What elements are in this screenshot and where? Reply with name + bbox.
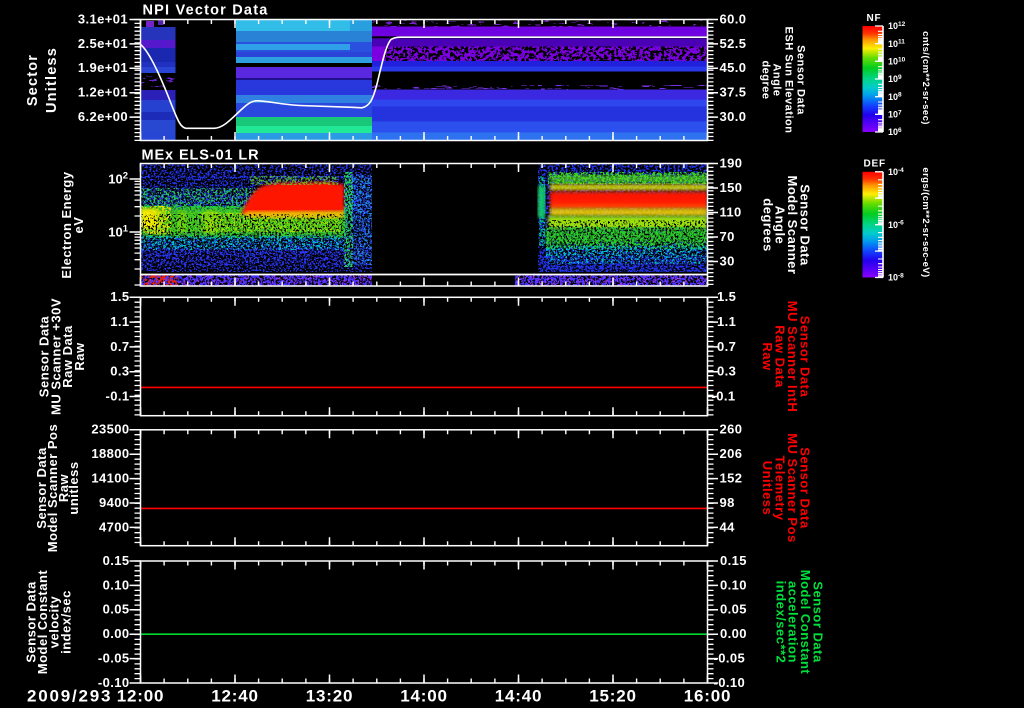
- svg-text:DEF: DEF: [864, 159, 886, 170]
- svg-text:0.3: 0.3: [110, 364, 129, 379]
- svg-text:14:40: 14:40: [495, 687, 542, 706]
- svg-text:152: 152: [720, 470, 743, 485]
- svg-text:0.7: 0.7: [717, 339, 736, 354]
- svg-text:12:00: 12:00: [117, 687, 164, 706]
- svg-text:degree: degree: [760, 60, 772, 99]
- svg-text:13:20: 13:20: [306, 687, 353, 706]
- svg-text:index/sec**2: index/sec**2: [773, 581, 788, 664]
- svg-text:16:00: 16:00: [684, 687, 731, 706]
- svg-text:1.2e+01: 1.2e+01: [78, 85, 128, 100]
- svg-text:45.0: 45.0: [720, 60, 747, 75]
- svg-text:110: 110: [720, 204, 742, 219]
- svg-text:0.05: 0.05: [103, 602, 130, 617]
- svg-text:12:40: 12:40: [211, 687, 258, 706]
- svg-text:2009/293: 2009/293: [27, 687, 112, 706]
- svg-text:1.5: 1.5: [110, 289, 129, 304]
- svg-text:Sector: Sector: [25, 54, 41, 106]
- svg-text:150: 150: [720, 180, 743, 195]
- svg-text:-0.05: -0.05: [714, 650, 746, 665]
- svg-text:MEx ELS-01 LR: MEx ELS-01 LR: [142, 148, 260, 164]
- svg-text:NF: NF: [867, 13, 882, 24]
- svg-text:3.1e+01: 3.1e+01: [78, 11, 128, 26]
- svg-text:0.00: 0.00: [720, 626, 747, 641]
- svg-text:6.2e+00: 6.2e+00: [78, 109, 128, 124]
- svg-text:-0.1: -0.1: [105, 388, 129, 403]
- svg-text:37.5: 37.5: [720, 85, 747, 100]
- svg-text:Sensor Data: Sensor Data: [794, 45, 806, 115]
- svg-text:260: 260: [720, 422, 743, 437]
- svg-text:98: 98: [720, 495, 735, 510]
- svg-text:ESH Sun Elevation: ESH Sun Elevation: [783, 27, 795, 134]
- svg-text:degrees: degrees: [760, 198, 775, 251]
- svg-text:NPI Vector Data: NPI Vector Data: [143, 3, 269, 19]
- svg-text:unitless: unitless: [66, 461, 81, 514]
- svg-text:-0.1: -0.1: [712, 388, 736, 403]
- svg-text:cnts/(cm**2-sr-sec): cnts/(cm**2-sr-sec): [920, 31, 931, 125]
- svg-text:Unitless: Unitless: [760, 461, 775, 516]
- svg-text:1.1: 1.1: [110, 314, 129, 329]
- svg-text:70: 70: [720, 229, 735, 244]
- svg-text:0.10: 0.10: [103, 577, 130, 592]
- svg-text:4700: 4700: [99, 519, 130, 534]
- svg-text:Unitless: Unitless: [44, 47, 60, 113]
- svg-text:15:20: 15:20: [589, 687, 636, 706]
- svg-text:60.0: 60.0: [720, 11, 747, 26]
- svg-text:14:00: 14:00: [400, 687, 447, 706]
- svg-text:0.15: 0.15: [720, 553, 747, 568]
- svg-text:18800: 18800: [91, 446, 129, 461]
- svg-text:23500: 23500: [91, 422, 129, 437]
- svg-text:0.00: 0.00: [103, 626, 130, 641]
- svg-text:1.9e+01: 1.9e+01: [78, 60, 128, 75]
- svg-text:Raw: Raw: [72, 342, 87, 371]
- svg-text:1.1: 1.1: [717, 314, 736, 329]
- svg-text:0.3: 0.3: [717, 364, 736, 379]
- svg-text:1.5: 1.5: [717, 289, 736, 304]
- svg-text:0.10: 0.10: [720, 577, 747, 592]
- svg-text:44: 44: [720, 519, 736, 534]
- svg-text:190: 190: [720, 155, 743, 170]
- svg-text:30: 30: [720, 253, 735, 268]
- svg-text:14100: 14100: [91, 470, 129, 485]
- svg-text:52.5: 52.5: [720, 36, 747, 51]
- svg-text:206: 206: [720, 446, 743, 461]
- svg-text:index/sec: index/sec: [59, 590, 74, 654]
- svg-text:0.15: 0.15: [103, 553, 130, 568]
- svg-text:-0.05: -0.05: [98, 650, 130, 665]
- svg-text:eV: eV: [71, 217, 86, 234]
- svg-text:0.05: 0.05: [720, 602, 747, 617]
- svg-text:9400: 9400: [99, 495, 130, 510]
- svg-text:30.0: 30.0: [720, 109, 747, 124]
- svg-text:ergs/(cm**2-sr-sec-eV): ergs/(cm**2-sr-sec-eV): [920, 167, 931, 277]
- svg-text:0.7: 0.7: [110, 339, 129, 354]
- svg-text:Raw: Raw: [760, 342, 775, 371]
- svg-text:2.5e+01: 2.5e+01: [78, 36, 128, 51]
